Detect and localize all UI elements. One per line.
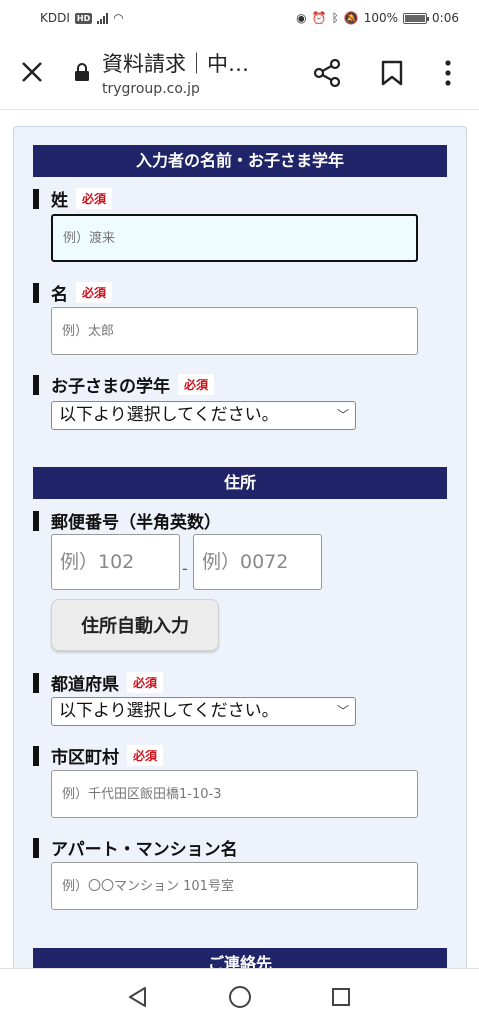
share-icon xyxy=(313,58,341,88)
carrier-name: KDDI xyxy=(40,11,70,25)
request-form: 入力者の名前・お子さま学年 姓 必須 名 必須 お子さまの学年 必須 以下より選… xyxy=(13,126,467,968)
share-button[interactable] xyxy=(312,58,342,88)
zip-first-input[interactable] xyxy=(51,534,180,590)
section-header-name: 入力者の名前・お子さま学年 xyxy=(33,145,447,177)
eye-comfort-icon: ◉ xyxy=(296,11,307,25)
clock: 0:06 xyxy=(432,11,459,25)
close-tab-button[interactable] xyxy=(18,58,46,86)
alarm-icon: ⏰ xyxy=(311,11,327,25)
back-button[interactable] xyxy=(126,985,148,1009)
home-circle-icon xyxy=(229,986,251,1008)
home-button[interactable] xyxy=(228,985,252,1009)
wifi-icon: ◠ xyxy=(113,11,124,25)
zip-label: 郵便番号（半角英数） xyxy=(33,508,221,533)
required-badge: 必須 xyxy=(178,374,215,395)
grade-select[interactable]: 以下より選択してください。 ﹀ xyxy=(51,401,356,430)
page-url[interactable]: trygroup.co.jp xyxy=(102,81,200,97)
zip-separator: - xyxy=(182,559,188,578)
page-title[interactable]: 資料請求｜中… xyxy=(102,48,249,78)
chevron-down-icon: ﹀ xyxy=(336,408,349,422)
browser-toolbar: 資料請求｜中… trygroup.co.jp xyxy=(0,36,479,110)
zip-second-input[interactable] xyxy=(193,534,322,590)
back-triangle-icon xyxy=(129,987,146,1007)
menu-button[interactable] xyxy=(440,58,456,88)
mute-icon: 🔕 xyxy=(343,11,359,25)
bluetooth-icon: ᛒ xyxy=(331,11,339,25)
battery-percent: 100% xyxy=(363,11,399,25)
building-label: アパート・マンション名 xyxy=(33,835,238,860)
bookmark-icon xyxy=(381,60,403,86)
signal-icon xyxy=(97,12,109,24)
section-header-address: 住所 xyxy=(33,467,447,499)
required-badge: 必須 xyxy=(76,282,113,303)
address-autofill-button[interactable]: 住所自動入力 xyxy=(51,599,219,651)
battery-icon xyxy=(403,12,430,24)
recent-apps-button[interactable] xyxy=(331,987,351,1007)
required-badge: 必須 xyxy=(76,188,113,209)
hd-badge: HD xyxy=(74,12,93,24)
grade-label: お子さまの学年 必須 xyxy=(33,372,215,397)
section-header-contact: ご連絡先 xyxy=(33,948,447,968)
page-content: 入力者の名前・お子さま学年 姓 必須 名 必須 お子さまの学年 必須 以下より選… xyxy=(0,110,479,968)
chevron-down-icon: ﹀ xyxy=(336,704,349,718)
city-label: 市区町村 必須 xyxy=(33,743,164,768)
required-badge: 必須 xyxy=(127,672,164,693)
recent-square-icon xyxy=(332,988,350,1006)
last-name-input[interactable] xyxy=(51,214,418,262)
prefecture-label: 都道府県 必須 xyxy=(33,670,164,695)
status-bar: KDDI HD ◠ ◉ ⏰ ᛒ 🔕 100% 0:06 xyxy=(0,0,479,36)
first-name-input[interactable] xyxy=(51,307,418,355)
lock-icon xyxy=(75,63,89,81)
building-input[interactable] xyxy=(51,862,418,910)
city-input[interactable] xyxy=(51,770,418,818)
close-icon xyxy=(22,62,42,82)
last-name-label: 姓 必須 xyxy=(33,186,113,211)
prefecture-select[interactable]: 以下より選択してください。 ﹀ xyxy=(51,697,356,726)
system-nav-bar xyxy=(0,968,479,1024)
bookmark-button[interactable] xyxy=(380,60,404,86)
required-badge: 必須 xyxy=(127,745,164,766)
more-vert-icon xyxy=(445,60,451,86)
first-name-label: 名 必須 xyxy=(33,280,113,305)
